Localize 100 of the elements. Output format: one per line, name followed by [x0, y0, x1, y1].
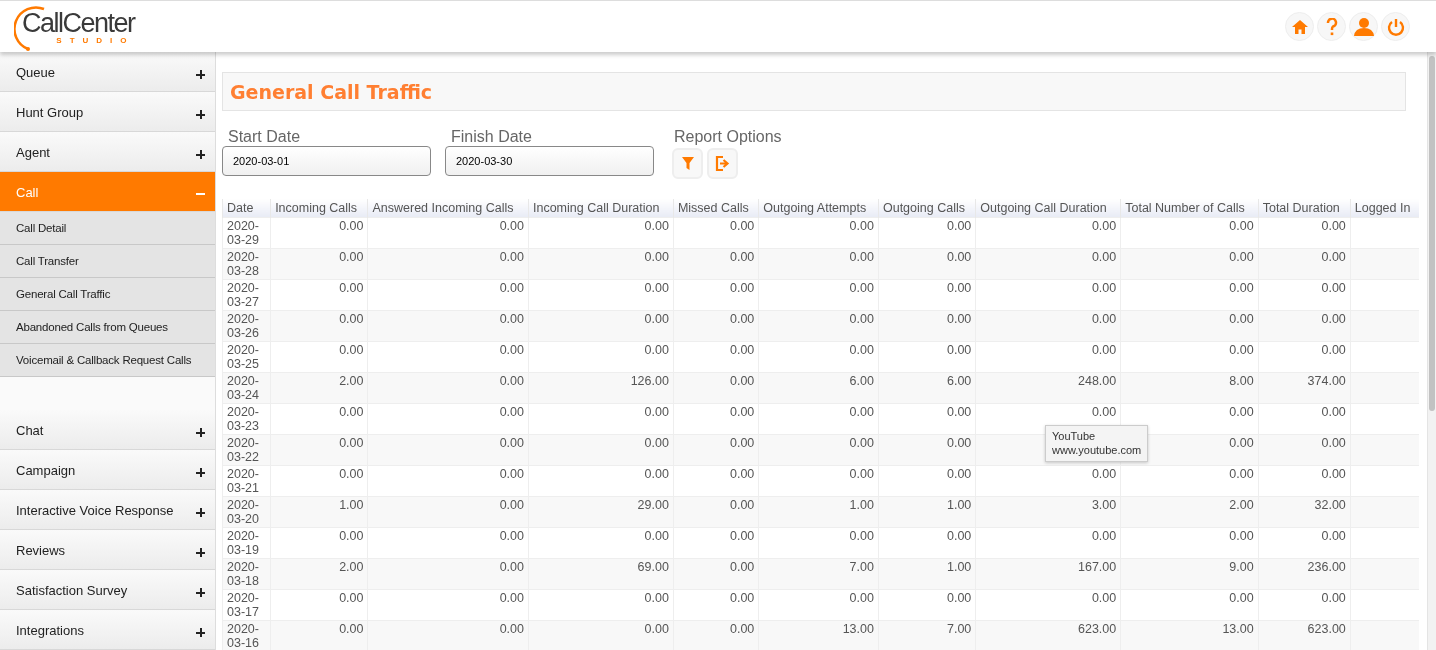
table-cell: 1.00 [946, 498, 972, 512]
table-cell: 2.00 [1229, 498, 1254, 512]
submenu-item[interactable]: Voicemail & Callback Request Calls [0, 344, 215, 377]
table-cell: 3.00 [1091, 498, 1117, 512]
table-cell: 0.00 [644, 622, 669, 636]
filter-button[interactable] [672, 148, 703, 179]
table-cell: 0.00 [1321, 281, 1346, 295]
table-cell: 0.00 [499, 529, 524, 543]
table-cell: 0.00 [1321, 312, 1346, 326]
table-cell: 0.00 [1321, 436, 1346, 450]
table-cell: 0.00 [339, 250, 364, 264]
table-cell: 0.00 [729, 281, 755, 295]
table-cell: 0.00 [1321, 529, 1346, 543]
table-cell: 0.00 [1091, 312, 1117, 326]
table-cell: 0.00 [499, 219, 524, 233]
field-label: Start Date [227, 128, 302, 146]
user-button[interactable] [1349, 12, 1378, 41]
table-cell: 248.00 [1078, 374, 1117, 388]
table-cell: 0.00 [946, 529, 972, 543]
column-header: Total Number of Calls [1120, 199, 1259, 218]
field-label: Report Options [673, 128, 782, 146]
question-mark-icon [1325, 17, 1338, 36]
table-cell-text: 2020-03-22 [227, 436, 260, 464]
logo-wordmark: CallCenter [22, 8, 135, 37]
power-icon [1386, 17, 1405, 36]
home-button[interactable] [1285, 12, 1314, 41]
table-cell: 0.00 [644, 343, 669, 357]
table-cell: 0.00 [499, 312, 524, 326]
table-cell: 1.00 [849, 498, 874, 512]
submenu-item[interactable]: Call Transfer [0, 245, 215, 278]
table-cell-text: 2020-03-23 [227, 405, 260, 433]
table-cell: 0.00 [849, 436, 874, 450]
table-cell: 0.00 [849, 405, 874, 419]
table-cell: 0.00 [1091, 467, 1117, 481]
table-cell: 0.00 [849, 529, 874, 543]
table-cell: 0.00 [1321, 467, 1346, 481]
date-field[interactable]: 2020-03-01 [222, 146, 431, 176]
table-cell: 0.00 [339, 622, 364, 636]
column-header: Date [222, 199, 271, 218]
table-cell: 0.00 [339, 281, 364, 295]
submenu-item[interactable]: General Call Traffic [0, 278, 215, 311]
table-cell: 0.00 [946, 343, 972, 357]
table-cell: 0.00 [946, 250, 972, 264]
table-cell: 0.00 [1229, 436, 1254, 450]
table-cell: 0.00 [1091, 343, 1117, 357]
table-cell: 0.00 [1321, 219, 1346, 233]
table-cell: 0.00 [1229, 405, 1254, 419]
table-cell: 0.00 [499, 498, 524, 512]
table-cell-text: 2020-03-18 [227, 560, 260, 588]
table-cell: 69.00 [637, 560, 669, 574]
table-cell-text: 2020-03-28 [227, 250, 260, 278]
column-header: Incoming Call Duration [528, 199, 674, 218]
table-cell: 0.00 [849, 250, 874, 264]
user-icon [1353, 17, 1374, 36]
table-cell: 0.00 [644, 529, 669, 543]
table-cell: 0.00 [729, 560, 755, 574]
table-cell: 623.00 [1078, 622, 1117, 636]
table-cell: 0.00 [946, 405, 972, 419]
table-cell-text: 2020-03-27 [227, 281, 260, 309]
table-cell: 13.00 [842, 622, 874, 636]
table-cell: 0.00 [644, 219, 669, 233]
table-cell: 0.00 [729, 436, 755, 450]
table-cell: 0.00 [946, 436, 972, 450]
plus-icon [196, 428, 205, 437]
table-cell: 0.00 [946, 467, 972, 481]
table-cell: 7.00 [849, 560, 874, 574]
table-cell: 0.00 [1229, 467, 1254, 481]
tooltip-url: www.youtube.com [1052, 443, 1142, 457]
table-cell: 126.00 [630, 374, 669, 388]
plus-icon [196, 468, 205, 477]
export-button[interactable] [707, 148, 738, 179]
page-title: General Call Traffic [230, 80, 433, 103]
plus-icon [196, 508, 205, 517]
table-cell: 0.00 [499, 591, 524, 605]
submenu-item[interactable]: Abandoned Calls from Queues [0, 311, 215, 344]
table-cell: 0.00 [729, 250, 755, 264]
plus-icon [196, 588, 205, 597]
scrollbar-thumb[interactable] [1429, 56, 1435, 411]
table-cell: 0.00 [339, 312, 364, 326]
power-button[interactable] [1381, 12, 1410, 41]
table-cell: 0.00 [849, 591, 874, 605]
table-cell: 0.00 [499, 560, 524, 574]
table-cell-text: 2020-03-19 [227, 529, 260, 557]
help-button[interactable] [1317, 12, 1346, 41]
table-cell: 0.00 [644, 467, 669, 481]
table-cell: 0.00 [1229, 281, 1254, 295]
table-cell: 0.00 [1091, 250, 1117, 264]
table-cell: 0.00 [499, 250, 524, 264]
submenu-item[interactable]: Call Detail [0, 212, 215, 245]
plus-icon [196, 628, 205, 637]
table-cell-text: 2020-03-17 [227, 591, 260, 619]
date-field[interactable]: 2020-03-30 [445, 146, 654, 176]
table-cell: 32.00 [1314, 498, 1346, 512]
plus-icon [196, 548, 205, 557]
table-cell: 0.00 [1229, 219, 1254, 233]
table-cell: 0.00 [1321, 591, 1346, 605]
table-cell: 0.00 [1091, 529, 1117, 543]
table-cell: 1.00 [339, 498, 364, 512]
table-cell: 0.00 [644, 436, 669, 450]
table-cell: 0.00 [1091, 281, 1117, 295]
